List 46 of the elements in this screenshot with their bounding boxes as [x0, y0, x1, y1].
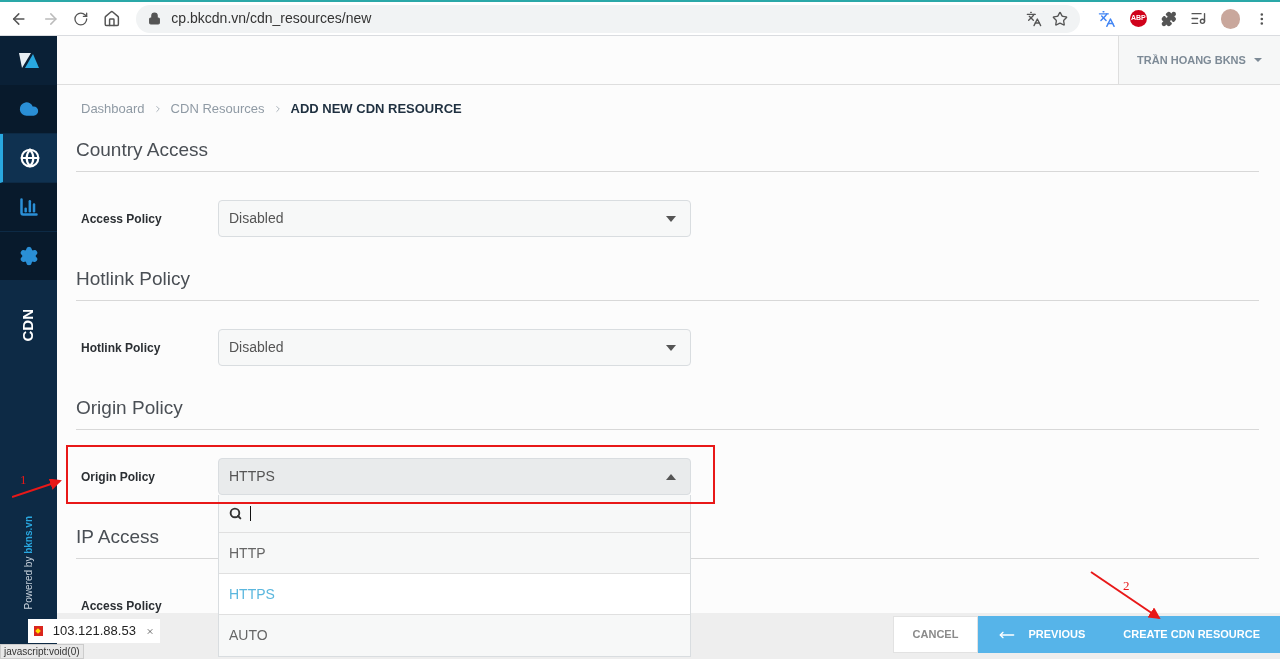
- select-field[interactable]: Disabled: [218, 329, 691, 366]
- lock-icon: [148, 12, 162, 25]
- playlist-icon[interactable]: [1190, 10, 1207, 27]
- ip-address: 103.121.88.53: [52, 622, 136, 641]
- reload-icon[interactable]: [73, 10, 89, 27]
- sidebar-title: CDN: [18, 309, 38, 342]
- status-url: javascript:void(0): [0, 644, 84, 659]
- field-label: Access Policy: [81, 597, 163, 615]
- select-field[interactable]: HTTPS: [218, 458, 691, 495]
- url-text: cp.bkcdn.vn/cdn_resources/new: [171, 9, 373, 28]
- globe-icon: [20, 148, 40, 168]
- translate-icon[interactable]: [1026, 10, 1043, 27]
- text-cursor: [250, 506, 251, 521]
- field-label: Access Policy: [81, 210, 163, 228]
- caret-down-icon: [666, 215, 676, 222]
- home-icon[interactable]: [102, 9, 121, 28]
- field-label: Origin Policy: [81, 468, 156, 486]
- bar-chart-icon: [18, 197, 39, 217]
- caret-down-icon: [666, 344, 676, 351]
- breadcrumb-current: ADD NEW CDN RESOURCE: [290, 99, 462, 118]
- flag-icon: [34, 626, 43, 636]
- powered-by-text: Powered by bkns.vn: [22, 515, 35, 609]
- field-label: Hotlink Policy: [81, 339, 162, 357]
- sidebar-item[interactable]: [0, 134, 57, 183]
- cancel-button[interactable]: CANCEL: [892, 616, 979, 653]
- puzzle-icon[interactable]: [1160, 10, 1177, 27]
- settings-icon: [18, 246, 39, 266]
- cloud-icon: [18, 99, 39, 119]
- caret-down-icon: [1253, 58, 1262, 62]
- breadcrumb-link[interactable]: CDN Resources: [170, 98, 265, 119]
- breadcrumb-link[interactable]: Dashboard: [81, 98, 145, 119]
- search-icon: [229, 507, 242, 520]
- annotation-number: 2: [1123, 577, 1130, 595]
- section-title: IP Access: [76, 525, 161, 549]
- caret-up-icon: [666, 473, 676, 480]
- translate-icon[interactable]: [1098, 9, 1116, 28]
- section-title: Origin Policy: [76, 396, 184, 420]
- address-bar[interactable]: cp.bkcdn.vn/cdn_resources/new: [136, 4, 1081, 33]
- section-title: Hotlink Policy: [76, 267, 192, 291]
- dropdown-option[interactable]: AUTO: [219, 615, 690, 656]
- logo-icon: [17, 51, 40, 70]
- user-menu[interactable]: TRẦN HOANG BKNS: [1118, 36, 1280, 84]
- annotation-number: 1: [20, 471, 27, 489]
- star-icon[interactable]: [1052, 10, 1069, 27]
- section-title: Country Access: [76, 138, 209, 162]
- select-field[interactable]: Disabled: [218, 200, 691, 237]
